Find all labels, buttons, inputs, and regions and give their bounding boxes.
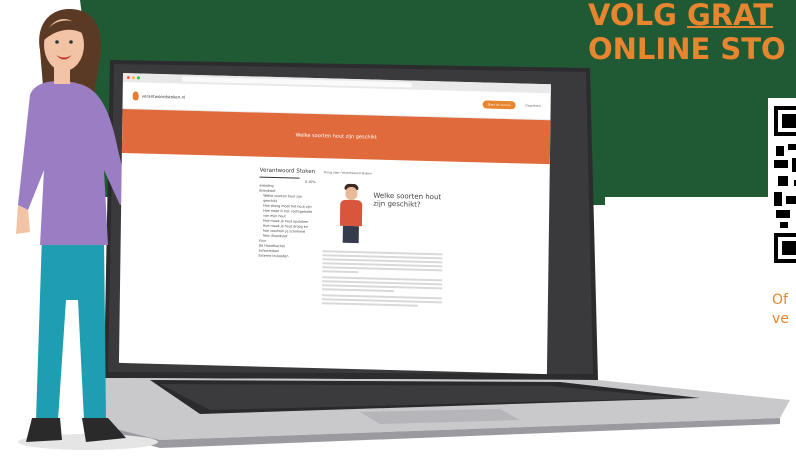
hero-title: Welke soorten hout zijn geschikt xyxy=(295,132,377,141)
sidebar-title: Verantwoord Stoken xyxy=(259,167,316,176)
back-link[interactable]: Terug naar: Verantwoord Stoken xyxy=(324,170,444,178)
headline-line2: ONLINE STO xyxy=(588,32,786,66)
person-legs-icon xyxy=(342,226,359,244)
headline-line1: VOLG xyxy=(588,0,687,32)
flame-logo-icon xyxy=(132,90,139,100)
sidebar-item[interactable]: Externe invloeden xyxy=(258,254,314,260)
laptop-screen: verantwoordstoken.nl Start de cursus Doo… xyxy=(118,73,551,375)
person-head-icon xyxy=(345,187,358,201)
close-dot-icon[interactable] xyxy=(126,76,130,80)
body-paragraph xyxy=(322,276,443,294)
person-body-icon xyxy=(339,200,363,227)
body-paragraph xyxy=(322,250,443,276)
lesson-illustration: Welke soorten hout zijn geschikt? xyxy=(323,181,444,248)
headline-underlined: GRAT xyxy=(686,0,774,32)
header-link[interactable]: Doorlezen xyxy=(525,104,540,108)
qr-code xyxy=(768,98,796,268)
site-logo[interactable]: verantwoordstoken.nl xyxy=(142,93,186,99)
qr-caption-line2: ve xyxy=(772,311,789,327)
banner-headline: VOLG GRAT ONLINE STO xyxy=(588,0,786,66)
qr-caption: Of ve xyxy=(772,291,789,329)
minimize-dot-icon[interactable] xyxy=(131,76,135,80)
start-course-button[interactable]: Start de cursus xyxy=(482,100,516,110)
sidebar: Verantwoord Stoken 0.10% Inleiding Brand… xyxy=(258,167,316,309)
qr-caption-line1: Of xyxy=(772,292,788,308)
illustration-title: Welke soorten hout zijn geschikt? xyxy=(373,191,442,210)
body-paragraph xyxy=(321,294,442,308)
maximize-dot-icon[interactable] xyxy=(136,76,140,80)
main-column: Terug naar: Verantwoord Stoken Welke soo… xyxy=(321,170,444,312)
content-area: Verantwoord Stoken 0.10% Inleiding Brand… xyxy=(120,153,550,315)
